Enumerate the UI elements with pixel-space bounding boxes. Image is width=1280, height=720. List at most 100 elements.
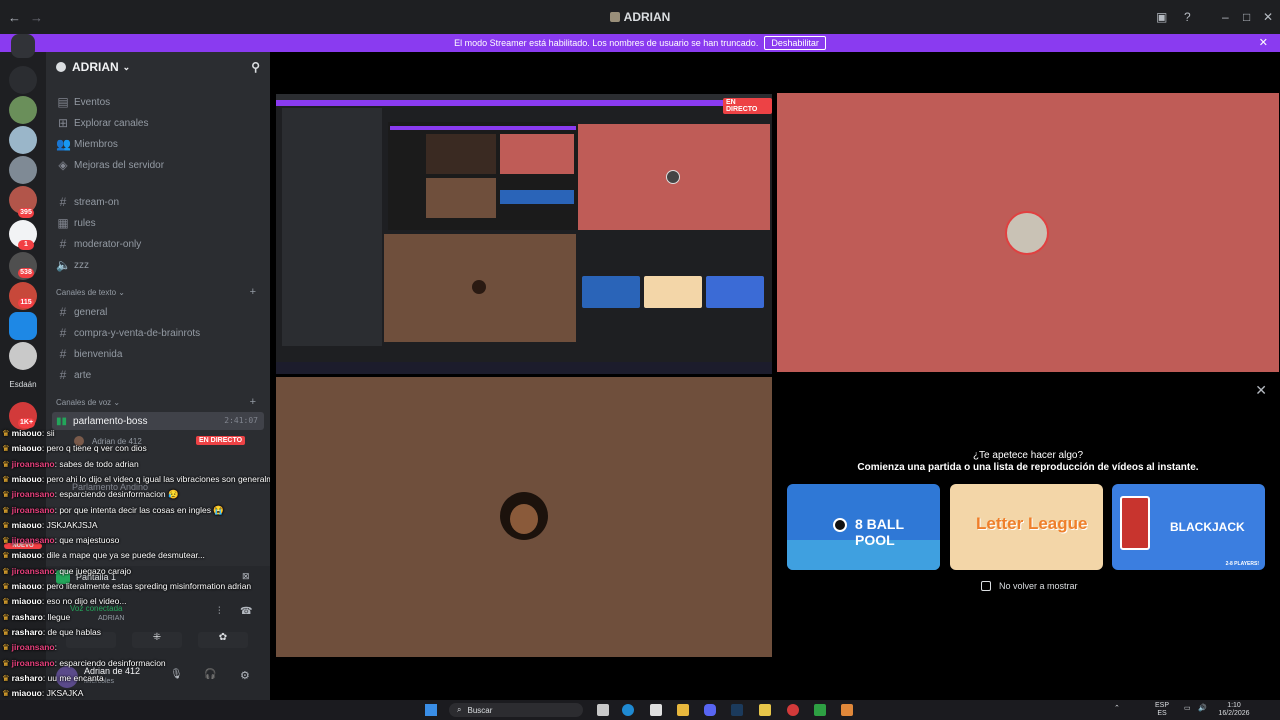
close-window-icon[interactable]: ✕ <box>1263 10 1273 24</box>
sidebar-item-miembros[interactable]: 👥 Miembros <box>56 137 266 151</box>
channel-rules[interactable]: ▦ rules <box>56 216 266 230</box>
dont-show-checkbox[interactable] <box>981 581 991 591</box>
chat-message: : <box>54 642 57 653</box>
chat-message: : que majestuoso <box>54 535 120 546</box>
tray-chevron-icon[interactable]: ⌃ <box>1114 705 1120 713</box>
chat-message: : por que intenta decir las cosas en ing… <box>54 504 224 515</box>
server-icon-2[interactable] <box>9 96 37 124</box>
invite-people-icon[interactable]: ⚲ <box>251 60 260 74</box>
help-icon[interactable]: ? <box>1184 10 1191 24</box>
server-header[interactable]: ADRIAN ⌄ ⚲ <box>46 52 270 82</box>
server-label: Esdaán <box>9 380 37 389</box>
camera-tile-red[interactable] <box>777 93 1279 372</box>
discord-home-icon[interactable] <box>11 34 35 58</box>
app-icon[interactable] <box>814 704 826 716</box>
voice-timer: 2:41:07 <box>224 416 258 425</box>
add-channel-icon[interactable]: + <box>250 286 256 298</box>
hash-icon: # <box>59 368 67 382</box>
chat-line: ♛ miaouo: JKSAJKA <box>2 688 83 699</box>
discord-icon[interactable] <box>704 704 716 716</box>
headphones-icon[interactable]: 🎧 <box>204 669 216 680</box>
app-icon[interactable] <box>841 704 853 716</box>
avatar <box>1005 211 1049 255</box>
mini-nested-tile <box>426 134 496 174</box>
minimize-icon[interactable]: – <box>1222 10 1229 24</box>
server-icon-9[interactable] <box>9 312 37 340</box>
game-title: 8 BALL POOL <box>855 516 904 548</box>
disconnect-icon[interactable]: ☎ <box>240 606 252 617</box>
soundboard-button[interactable]: ✿ <box>198 632 248 648</box>
crown-icon: ♛ <box>2 458 10 469</box>
channel-zzz[interactable]: 🔈 zzz <box>56 258 266 272</box>
game-card-8ball[interactable]: 8 BALL POOL <box>787 484 940 570</box>
channel-bienvenida[interactable]: # bienvenida <box>56 347 266 361</box>
unread-badge: 115 <box>18 298 34 308</box>
mini-nested-banner <box>390 126 576 130</box>
volume-icon[interactable]: 🔊 <box>1198 705 1207 713</box>
windows-start-icon[interactable] <box>425 704 437 716</box>
edge-icon[interactable] <box>622 704 634 716</box>
voice-channel-icon: 🔈 <box>56 258 71 272</box>
channel-general[interactable]: # general <box>56 305 266 319</box>
search-icon: ⌕ <box>457 705 462 714</box>
category-voice-channels[interactable]: Canales de voz ⌄ + <box>56 396 266 408</box>
category-text-channels[interactable]: Canales de texto ⌄ + <box>56 286 266 298</box>
game-title: BLACKJACK <box>1170 520 1245 534</box>
server-icon-10[interactable] <box>9 342 37 370</box>
close-banner-icon[interactable]: ✕ <box>1259 36 1268 49</box>
chat-line: ♛ jiroansano: que juegazo carajo <box>2 566 131 577</box>
chat-line: ♛ jiroansano: <box>2 642 57 653</box>
add-channel-icon[interactable]: + <box>250 396 256 408</box>
server-icon-4[interactable] <box>9 156 37 184</box>
screen-share-tile[interactable]: EN DIRECTO <box>276 94 772 374</box>
crown-icon: ♛ <box>2 611 10 622</box>
channel-compra-venta[interactable]: # compra-y-venta-de-brainrots <box>56 326 266 340</box>
game-card-letter-league[interactable]: Letter League <box>950 484 1103 570</box>
card-icon <box>1120 496 1150 550</box>
mini-nested-games <box>500 190 574 204</box>
unread-badge: 538 <box>18 268 34 278</box>
maximize-icon[interactable]: □ <box>1243 10 1250 24</box>
voice-channel-parlamento-boss[interactable]: ▮▮ parlamento-boss 2:41:07 <box>52 412 264 430</box>
chat-message: : esparciendo desinformacion 😥 <box>54 489 179 500</box>
chat-message: : esparciendo desinformacion <box>54 657 166 668</box>
voice-active-icon: ▮▮ <box>56 415 68 427</box>
server-icon-3[interactable] <box>9 126 37 154</box>
close-activity-icon[interactable]: ✕ <box>1255 382 1267 399</box>
channel-stream-on[interactable]: # stream-on <box>56 195 266 209</box>
players-label: 2-8 PLAYERS! <box>1225 561 1259 567</box>
title-bar: ← → ADRIAN ▣ ? – □ ✕ <box>0 0 1280 34</box>
server-icon-1[interactable] <box>9 66 37 94</box>
sidebar-item-explorar[interactable]: ⊞ Explorar canales <box>56 116 266 130</box>
app-icon[interactable] <box>787 704 799 716</box>
language-indicator[interactable]: ESP ES <box>1152 702 1172 718</box>
calendar-icon: ▤ <box>57 95 69 109</box>
network-icon[interactable]: ▭ <box>1184 705 1191 713</box>
mini-nested-tile <box>500 134 574 174</box>
mic-icon[interactable]: 🎙 <box>170 669 183 680</box>
store-icon[interactable] <box>650 704 662 716</box>
settings-gear-icon[interactable]: ⚙ <box>240 669 250 682</box>
channel-arte[interactable]: # arte <box>56 368 266 382</box>
noise-suppression-icon[interactable]: ⫶ <box>218 606 221 617</box>
dont-show-label: No volver a mostrar <box>999 581 1078 591</box>
voice-connected-sub: ADRIAN <box>98 615 125 622</box>
channel-moderator-only[interactable]: # moderator-only <box>56 237 266 251</box>
disable-streamer-button[interactable]: Deshabilitar <box>764 36 826 50</box>
rules-icon: ▦ <box>57 216 69 230</box>
inbox-icon[interactable]: ▣ <box>1156 10 1167 24</box>
mini-game-card <box>582 276 640 308</box>
task-view-icon[interactable] <box>597 704 609 716</box>
taskbar-search[interactable]: ⌕ Buscar <box>449 703 583 717</box>
sidebar-item-mejoras[interactable]: ◈ Mejoras del servidor <box>56 158 266 172</box>
steam-icon[interactable] <box>731 704 743 716</box>
sidebar-item-eventos[interactable]: ▤ Eventos <box>56 95 266 109</box>
camera-tile-brown[interactable] <box>276 377 772 657</box>
clock[interactable]: 1:10 16/2/2026 <box>1212 702 1256 718</box>
app-icon[interactable] <box>759 704 771 716</box>
crown-icon: ♛ <box>2 565 10 576</box>
activities-button[interactable]: ⁜ <box>132 632 182 648</box>
crown-icon: ♛ <box>2 550 10 561</box>
game-card-blackjack[interactable]: BLACKJACK 2-8 PLAYERS! <box>1112 484 1265 570</box>
file-explorer-icon[interactable] <box>677 704 689 716</box>
